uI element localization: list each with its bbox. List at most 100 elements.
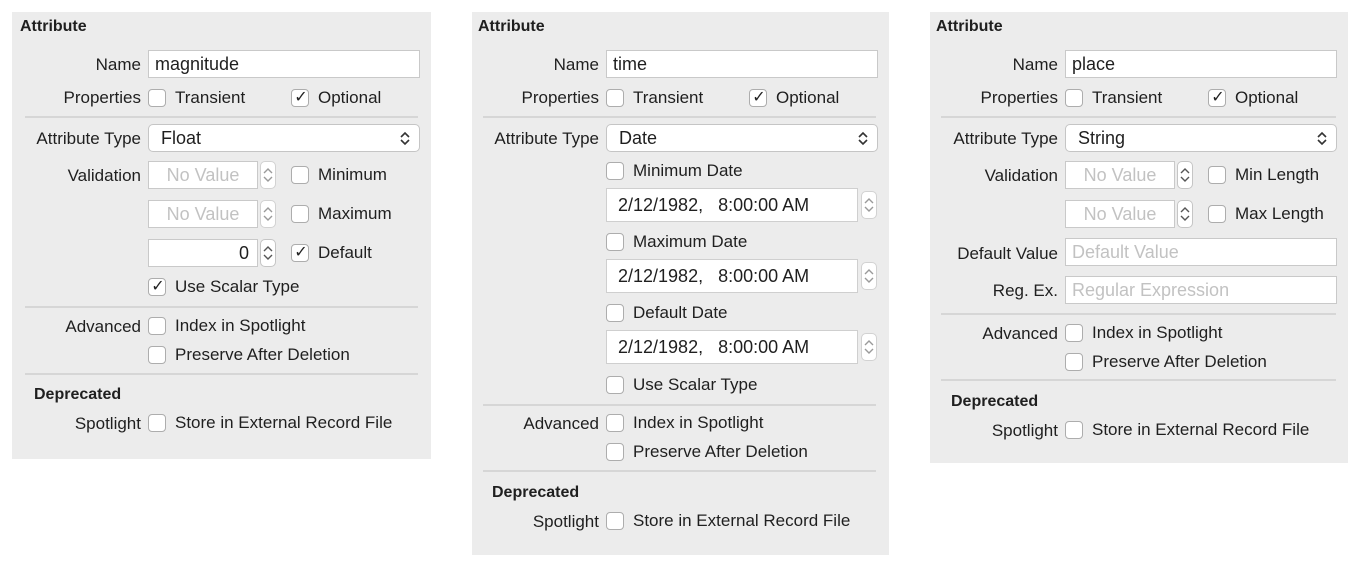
default-date-picker[interactable]: 2/12/1982, 8:00:00 AM	[606, 330, 858, 364]
attribute-inspector-place: Attribute Name place Properties Transien…	[930, 12, 1348, 463]
name-field[interactable]: time	[606, 50, 878, 78]
advanced-label: Advanced	[65, 317, 141, 336]
minimum-date-label: Minimum Date	[633, 161, 743, 180]
attribute-inspector-time: Attribute Name time Properties Transient…	[472, 12, 889, 555]
checkmark-icon: ✓	[294, 244, 308, 261]
divider	[25, 373, 418, 375]
name-label: Name	[553, 55, 599, 74]
store-external-record-checkbox[interactable]	[148, 414, 166, 432]
divider	[941, 379, 1336, 381]
max-length-stepper[interactable]	[1177, 200, 1193, 228]
advanced-label: Advanced	[523, 414, 599, 433]
transient-checkbox[interactable]	[148, 89, 166, 107]
default-stepper[interactable]	[260, 239, 276, 267]
index-in-spotlight-label: Index in Spotlight	[1092, 323, 1223, 342]
minimum-date-picker[interactable]: 2/12/1982, 8:00:00 AM	[606, 188, 858, 222]
index-in-spotlight-checkbox[interactable]	[606, 414, 624, 432]
chevron-up-down-icon	[858, 131, 868, 146]
preserve-after-deletion-label: Preserve After Deletion	[633, 442, 808, 461]
minimum-checkbox[interactable]	[291, 166, 309, 184]
attribute-type-popup[interactable]: Float	[148, 124, 420, 152]
attribute-type-label: Attribute Type	[494, 129, 599, 148]
min-length-checkbox[interactable]	[1208, 166, 1226, 184]
maximum-checkbox[interactable]	[291, 205, 309, 223]
index-in-spotlight-label: Index in Spotlight	[175, 316, 306, 335]
maximum-date-checkbox[interactable]	[606, 233, 624, 251]
store-external-record-checkbox[interactable]	[606, 512, 624, 530]
maximum-label: Maximum	[318, 204, 392, 223]
divider	[25, 306, 418, 308]
stepper-arrows-icon	[263, 207, 273, 221]
stepper-arrows-icon	[864, 198, 874, 212]
use-scalar-type-checkbox[interactable]: ✓	[148, 278, 166, 296]
default-date-label: Default Date	[633, 303, 728, 322]
properties-label: Properties	[980, 88, 1058, 107]
optional-checkbox[interactable]: ✓	[1208, 89, 1226, 107]
max-length-field[interactable]: No Value	[1065, 200, 1175, 228]
maximum-date-stepper[interactable]	[861, 262, 877, 290]
index-in-spotlight-label: Index in Spotlight	[633, 413, 764, 432]
checkmark-icon: ✓	[752, 89, 766, 106]
maximum-date-picker[interactable]: 2/12/1982, 8:00:00 AM	[606, 259, 858, 293]
maximum-date-label: Maximum Date	[633, 232, 748, 251]
name-field[interactable]: magnitude	[148, 50, 420, 78]
default-field[interactable]: 0	[148, 239, 258, 267]
optional-label: Optional	[318, 88, 382, 107]
preserve-after-deletion-checkbox[interactable]	[1065, 353, 1083, 371]
maximum-field[interactable]: No Value	[148, 200, 258, 228]
default-date-checkbox[interactable]	[606, 304, 624, 322]
min-length-label: Min Length	[1235, 165, 1320, 184]
optional-checkbox[interactable]: ✓	[291, 89, 309, 107]
preserve-after-deletion-checkbox[interactable]	[606, 443, 624, 461]
default-value-label: Default Value	[957, 244, 1058, 263]
store-external-record-checkbox[interactable]	[1065, 421, 1083, 439]
minimum-date-stepper[interactable]	[861, 191, 877, 219]
stepper-arrows-icon	[1180, 168, 1190, 182]
preserve-after-deletion-label: Preserve After Deletion	[175, 345, 350, 364]
optional-label: Optional	[776, 88, 840, 107]
maximum-stepper[interactable]	[260, 200, 276, 228]
index-in-spotlight-checkbox[interactable]	[148, 317, 166, 335]
section-title-attribute: Attribute	[936, 18, 1003, 35]
minimum-field[interactable]: No Value	[148, 161, 258, 189]
checkmark-icon: ✓	[1211, 89, 1225, 106]
preserve-after-deletion-checkbox[interactable]	[148, 346, 166, 364]
default-date-stepper[interactable]	[861, 333, 877, 361]
name-label: Name	[1012, 55, 1058, 74]
section-title-attribute: Attribute	[20, 18, 87, 35]
advanced-label: Advanced	[982, 324, 1058, 343]
checkmark-icon: ✓	[151, 278, 165, 295]
attribute-type-popup[interactable]: Date	[606, 124, 878, 152]
min-length-field[interactable]: No Value	[1065, 161, 1175, 189]
stepper-arrows-icon	[263, 246, 273, 260]
validation-label: Validation	[67, 166, 141, 185]
regex-field[interactable]: Regular Expression	[1065, 276, 1337, 304]
attribute-type-popup[interactable]: String	[1065, 124, 1337, 152]
preserve-after-deletion-label: Preserve After Deletion	[1092, 352, 1267, 371]
spotlight-label: Spotlight	[532, 512, 599, 531]
min-length-stepper[interactable]	[1177, 161, 1193, 189]
max-length-checkbox[interactable]	[1208, 205, 1226, 223]
use-scalar-type-checkbox[interactable]	[606, 376, 624, 394]
divider	[483, 116, 876, 118]
attribute-inspector-magnitude: Attribute Name magnitude Properties Tran…	[12, 12, 431, 459]
transient-checkbox[interactable]	[1065, 89, 1083, 107]
minimum-date-checkbox[interactable]	[606, 162, 624, 180]
properties-label: Properties	[521, 88, 599, 107]
index-in-spotlight-checkbox[interactable]	[1065, 324, 1083, 342]
transient-checkbox[interactable]	[606, 89, 624, 107]
stepper-arrows-icon	[864, 269, 874, 283]
default-label: Default	[318, 243, 372, 262]
name-field[interactable]: place	[1065, 50, 1337, 78]
use-scalar-type-label: Use Scalar Type	[633, 375, 758, 394]
minimum-stepper[interactable]	[260, 161, 276, 189]
deprecated-title: Deprecated	[951, 393, 1039, 410]
properties-label: Properties	[63, 88, 141, 107]
optional-checkbox[interactable]: ✓	[749, 89, 767, 107]
divider	[941, 116, 1336, 118]
regex-label: Reg. Ex.	[992, 281, 1058, 300]
default-checkbox[interactable]: ✓	[291, 244, 309, 262]
default-value-field[interactable]: Default Value	[1065, 238, 1337, 266]
spotlight-label: Spotlight	[74, 414, 141, 433]
chevron-up-down-icon	[400, 131, 410, 146]
